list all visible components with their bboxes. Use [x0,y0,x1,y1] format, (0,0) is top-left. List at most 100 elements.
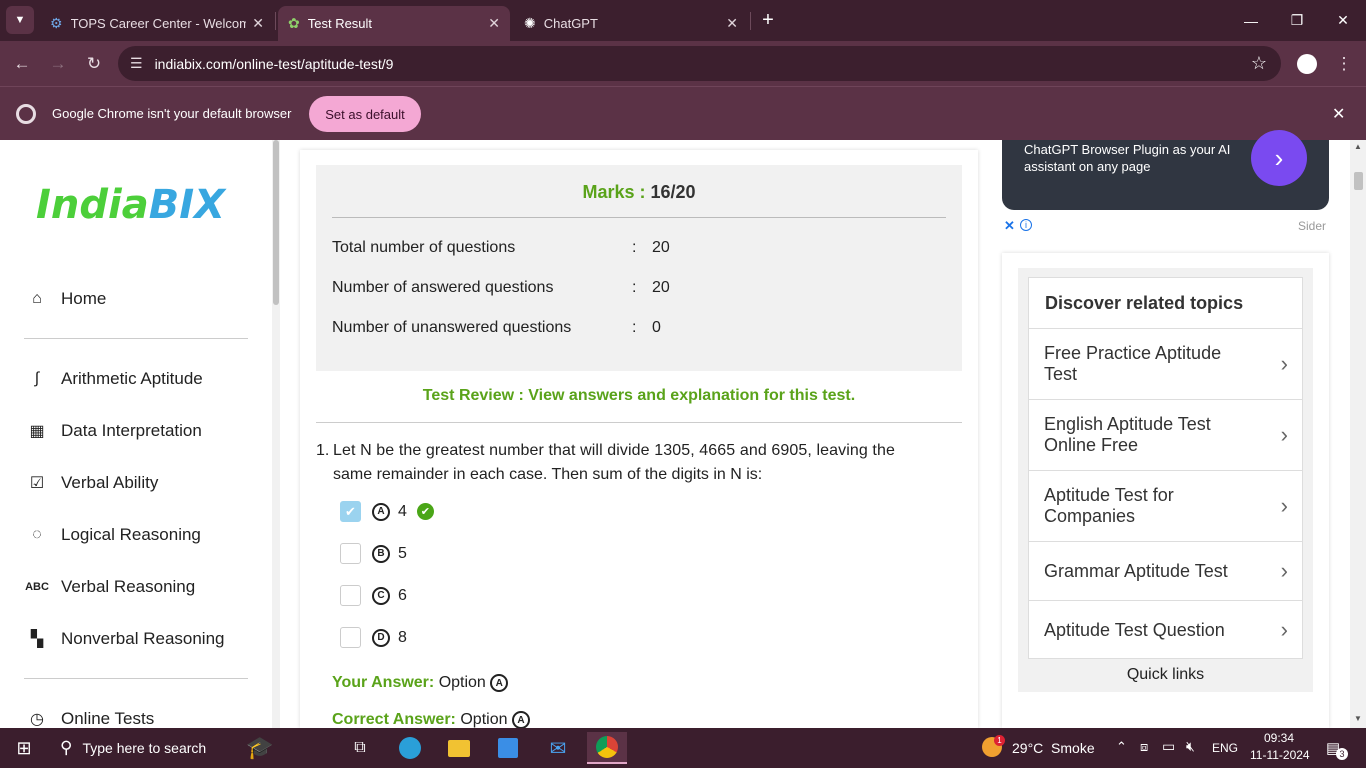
sidebar-item-data-interpretation[interactable]: ▦ Data Interpretation [25,419,202,443]
sidebar-item-label: Data Interpretation [61,421,202,440]
summary-value: 0 [652,319,661,336]
taskbar-search[interactable]: ⚲ Type here to search 🎓 [48,728,344,768]
tab-search-button[interactable]: ▼ [6,6,34,34]
chevron-right-icon: › [1280,351,1288,376]
file-explorer-button[interactable] [439,732,479,764]
scroll-down-icon[interactable]: ▼ [1354,714,1362,723]
topic-item[interactable]: Grammar Aptitude Test › [1029,541,1302,600]
chevron-right-icon: › [1280,558,1288,583]
checked-checkbox[interactable]: ✔ [340,501,361,522]
restore-button[interactable]: ❐ [1274,0,1320,41]
edge-button[interactable] [390,732,430,764]
store-button[interactable] [488,732,528,764]
tab-tops[interactable]: ⚙ TOPS Career Center - Welcome ✕ [40,6,274,41]
ad-arrow-button[interactable]: › [1251,130,1307,186]
chevron-up-icon[interactable]: ⌃ [1116,739,1127,755]
option-b[interactable]: B 5 [340,543,407,564]
close-window-button[interactable]: ✕ [1320,0,1366,41]
option-value: 4 [398,502,407,520]
new-tab-button[interactable]: + [756,8,780,32]
indiabix-favicon-icon: ✿ [288,15,300,31]
sidebar-item-label: Verbal Reasoning [61,577,196,596]
ad-text-line1: ChatGPT Browser Plugin as your AI [1024,142,1231,157]
close-icon[interactable]: ✕ [252,15,264,32]
topic-item[interactable]: English Aptitude Test Online Free › [1029,399,1302,470]
marks-label: Marks : [582,182,646,202]
language-indicator[interactable]: ENG [1212,741,1238,755]
device-icon[interactable]: ⧈ [1140,739,1148,755]
bookmark-star-icon[interactable]: ☆ [1251,53,1267,74]
set-as-default-button[interactable]: Set as default [309,96,421,132]
tab-chatgpt[interactable]: ✺ ChatGPT ✕ [514,6,748,41]
minimize-icon: — [1244,12,1258,29]
volume-muted-icon[interactable]: 🔇︎ [1186,738,1195,755]
option-letter: B [372,544,390,563]
sidebar-item-label: Online Tests [61,709,155,728]
profile-button[interactable] [1294,51,1320,77]
option-d[interactable]: D 8 [340,627,407,648]
ad-info-icon[interactable]: i [1020,219,1032,231]
checkbox[interactable] [340,585,361,606]
sider-ad[interactable]: ChatGPT Browser Plugin as your AI assist… [1002,130,1329,210]
home-icon: ⌂ [32,290,42,307]
minimize-button[interactable]: — [1228,0,1274,41]
chrome-taskbar-button[interactable] [587,732,627,764]
chrome-icon [596,736,618,758]
forward-button[interactable]: → [45,51,71,77]
scroll-up-icon[interactable]: ▲ [1354,142,1362,151]
option-value: 8 [398,628,407,646]
mail-button[interactable]: ✉ [538,732,578,764]
topic-line: Grammar Aptitude Test [1044,560,1228,581]
checkbox[interactable] [340,627,361,648]
clock-date[interactable]: 11-11-2024 [1250,748,1310,762]
summary-colon: : [632,319,637,336]
close-icon[interactable]: ✕ [488,15,500,32]
option-value: 5 [398,544,407,562]
network-icon[interactable]: ▭ [1162,738,1175,755]
sidebar-item-verbal-reasoning[interactable]: ABC Verbal Reasoning [25,575,195,599]
restore-icon: ❐ [1290,12,1304,28]
option-letter: A [511,711,530,728]
option-a[interactable]: ✔ A 4 ✔ [340,501,434,522]
sidebar-item-nonverbal-reasoning[interactable]: ▚ Nonverbal Reasoning [25,627,225,651]
sidebar-item-arithmetic-aptitude[interactable]: ∫ Arithmetic Aptitude [25,367,203,391]
sidebar-item-logical-reasoning[interactable]: ◌ Logical Reasoning [25,523,201,547]
topic-item[interactable]: Aptitude Test Question › [1029,600,1302,659]
checkbox[interactable] [340,543,361,564]
sidebar-scrollbar[interactable] [272,140,280,728]
menu-button[interactable]: ⋮ [1331,51,1357,77]
page-scrollbar[interactable]: ▲ ▼ [1350,140,1366,728]
mail-icon: ✉ [549,737,567,760]
related-topics-list: Discover related topics Free Practice Ap… [1028,277,1303,659]
ad-close-icon[interactable]: ✕ [1004,218,1015,234]
taskbar: ⊞ ⚲ Type here to search 🎓 ⧉ ✉ 1 29°C Smo… [0,728,1366,768]
task-view-button[interactable]: ⧉ [340,732,380,764]
tab-title: ChatGPT [543,16,598,31]
clock-time[interactable]: 09:34 [1264,731,1294,745]
close-icon[interactable]: ✕ [726,15,738,32]
your-answer-value: Option [438,674,486,691]
topic-item[interactable]: Free Practice Aptitude Test › [1029,328,1302,399]
weather-text[interactable]: 29°C Smoke [1012,740,1095,756]
address-bar[interactable]: ☰ indiabix.com/online-test/aptitude-test… [118,46,1281,81]
quick-links[interactable]: Quick links [1018,666,1313,684]
start-button[interactable]: ⊞ [4,732,44,764]
sidebar-item-home[interactable]: ⌂ Home [25,287,106,311]
sidebar-item-label: Home [61,289,107,308]
edge-icon [399,737,421,759]
sidebar-item-verbal-ability[interactable]: ☑ Verbal Ability [25,471,159,495]
sidebar-item-label: Verbal Ability [61,473,159,492]
chevron-right-icon: › [1280,493,1288,518]
option-c[interactable]: C 6 [340,585,407,606]
test-review-link[interactable]: Test Review : View answers and explanati… [316,387,962,405]
marks-value: 16/20 [650,182,696,202]
reload-button[interactable]: ↻ [81,51,107,77]
logo[interactable]: IndiaBIX [36,182,225,228]
topic-item[interactable]: Aptitude Test for Companies › [1029,470,1302,541]
close-icon[interactable]: ✕ [1332,104,1345,124]
tab-test-result[interactable]: ✿ Test Result ✕ [278,6,510,41]
notification-count: 3 [1336,748,1348,760]
chrome-icon [16,104,36,124]
tab-strip: ▼ ⚙ TOPS Career Center - Welcome ✕ ✿ Tes… [0,0,1366,41]
back-button[interactable]: ← [9,51,35,77]
